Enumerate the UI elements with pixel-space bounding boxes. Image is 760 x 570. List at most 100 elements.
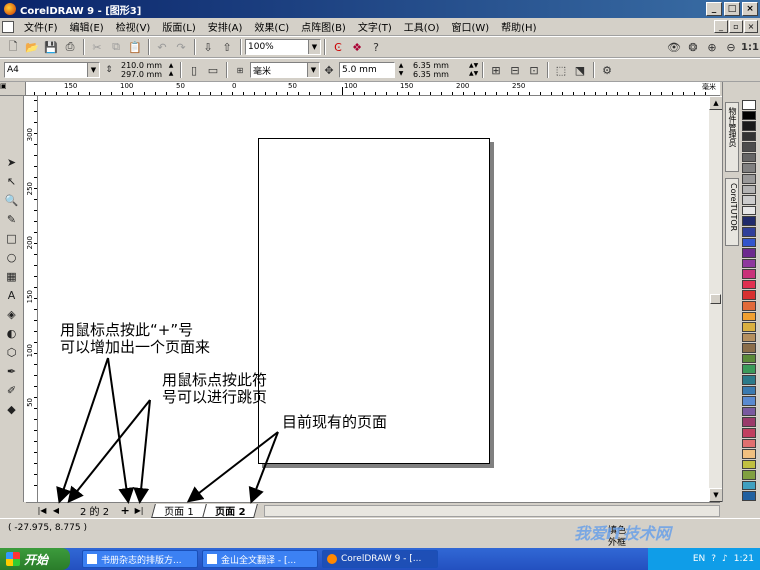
palette-swatch[interactable] <box>742 152 756 163</box>
palette-swatch[interactable] <box>742 406 756 417</box>
palette-swatch[interactable] <box>742 290 756 300</box>
horizontal-ruler[interactable]: 毫米 150 100 50 0 50 100 150 200 250 <box>26 82 720 96</box>
chevron-down-icon[interactable]: ▼ <box>87 63 99 77</box>
palette-swatch[interactable] <box>742 459 756 470</box>
palette-swatch[interactable] <box>742 163 756 174</box>
menu-edit[interactable]: 编辑(E) <box>64 19 110 34</box>
pick-tool-icon[interactable]: ➤ <box>3 154 21 171</box>
treat-as-filled-icon[interactable]: ⬚ <box>552 61 570 79</box>
tutor-icon[interactable]: ❂ <box>684 38 702 56</box>
freehand-tool-icon[interactable]: ✎ <box>3 211 21 228</box>
menu-text[interactable]: 文字(T) <box>352 19 398 34</box>
next-page-icon[interactable]: ▶| <box>133 505 145 517</box>
zoom-in-icon[interactable]: ⊕ <box>703 38 721 56</box>
first-page-icon[interactable]: |◀ <box>36 505 48 517</box>
new-file-icon[interactable]: 🗋 <box>4 38 22 56</box>
paper-height-field[interactable]: 297.0 mm <box>121 70 163 79</box>
palette-swatch[interactable] <box>742 417 756 427</box>
fill-tool-icon[interactable]: ◆ <box>3 401 21 418</box>
coreldraw-app-icon[interactable] <box>4 3 16 15</box>
document-icon[interactable] <box>2 20 14 33</box>
drawing-canvas[interactable] <box>38 96 708 502</box>
start-button[interactable]: 开始 <box>0 548 70 570</box>
corel-application-launcher-icon[interactable]: Ͼ <box>329 38 347 56</box>
chevron-down-icon[interactable]: ▼ <box>308 40 320 54</box>
palette-swatch[interactable] <box>742 353 756 364</box>
menu-layout[interactable]: 版面(L) <box>156 19 201 34</box>
palette-swatch[interactable] <box>742 258 756 269</box>
help-icon[interactable]: ? <box>711 554 716 564</box>
palette-swatch[interactable] <box>742 248 756 258</box>
snap-to-objects-icon[interactable]: ⊡ <box>525 61 543 79</box>
palette-swatch[interactable] <box>742 438 756 449</box>
shape-tool-icon[interactable]: ↖ <box>3 173 21 190</box>
chevron-down-icon[interactable]: ▼ <box>307 63 319 77</box>
page-tab-2[interactable]: 页面 2 <box>201 503 258 518</box>
text-tool-icon[interactable]: A <box>3 287 21 304</box>
scroll-up-icon[interactable]: ▲ <box>709 96 723 110</box>
palette-swatch[interactable] <box>742 269 756 279</box>
ellipse-tool-icon[interactable]: ○ <box>3 249 21 266</box>
palette-swatch[interactable] <box>742 184 756 195</box>
undo-icon[interactable]: ↶ <box>153 38 171 56</box>
transparency-tool-icon[interactable]: ◐ <box>3 325 21 342</box>
palette-swatch[interactable] <box>742 237 756 248</box>
minimize-button[interactable]: _ <box>706 2 722 16</box>
paste-icon[interactable]: 📋 <box>126 38 144 56</box>
page-tab-1[interactable]: 页面 1 <box>151 503 207 518</box>
palette-swatch[interactable] <box>742 100 756 110</box>
options-icon[interactable]: ⚙ <box>598 61 616 79</box>
menu-help[interactable]: 帮助(H) <box>495 19 542 34</box>
palette-swatch[interactable] <box>742 396 756 406</box>
palette-swatch[interactable] <box>742 322 756 332</box>
extrude-tool-icon[interactable]: ⬡ <box>3 344 21 361</box>
zoom-one-to-one-icon[interactable]: 1:1 <box>741 38 759 56</box>
vertical-scrollbar[interactable]: ▲ ▼ <box>708 96 723 502</box>
palette-swatch[interactable] <box>742 343 756 353</box>
rectangle-tool-icon[interactable]: □ <box>3 230 21 247</box>
palette-swatch[interactable] <box>742 491 756 501</box>
save-icon[interactable]: 💾 <box>42 38 60 56</box>
palette-swatch[interactable] <box>742 110 756 121</box>
doc-close-button[interactable]: × <box>744 20 758 33</box>
palette-swatch[interactable] <box>742 121 756 131</box>
zoom-tool-icon[interactable]: 🔍 <box>3 192 21 209</box>
snap-to-guidelines-icon[interactable]: ⊟ <box>506 61 524 79</box>
snap-to-grid-icon[interactable]: ⊞ <box>487 61 505 79</box>
paper-width-field[interactable]: 210.0 mm <box>121 61 163 70</box>
palette-swatch[interactable] <box>742 205 756 216</box>
menu-arrange[interactable]: 安排(A) <box>202 19 249 34</box>
doc-restore-button[interactable]: ▫ <box>729 20 743 33</box>
scroll-down-icon[interactable]: ▼ <box>709 488 723 502</box>
palette-swatch[interactable] <box>742 311 756 322</box>
outline-tool-icon[interactable]: ✐ <box>3 382 21 399</box>
taskbar-item-word[interactable]: 书册杂志的排版方... <box>82 550 198 568</box>
volume-icon[interactable]: ♪ <box>722 554 728 564</box>
corel-online-icon[interactable]: ❖ <box>348 38 366 56</box>
menu-bitmaps[interactable]: 点阵图(B) <box>295 19 352 34</box>
palette-swatch[interactable] <box>742 375 756 385</box>
menu-file[interactable]: 文件(F) <box>18 19 64 34</box>
eyedropper-tool-icon[interactable]: ✒ <box>3 363 21 380</box>
cut-icon[interactable]: ✂ <box>88 38 106 56</box>
palette-swatch[interactable] <box>742 216 756 226</box>
input-language[interactable]: EN <box>693 554 705 564</box>
units-select[interactable]: 毫米 ▼ <box>250 62 320 78</box>
menu-effects[interactable]: 效果(C) <box>248 19 295 34</box>
add-page-icon[interactable]: + <box>119 504 131 517</box>
draw-objects-icon[interactable]: ⬔ <box>571 61 589 79</box>
palette-swatch[interactable] <box>742 226 756 237</box>
palette-swatch[interactable] <box>742 174 756 184</box>
palette-swatch[interactable] <box>742 470 756 480</box>
export-icon[interactable]: ⇧ <box>218 38 236 56</box>
taskbar-item-translator[interactable]: 金山全文翻译 - [... <box>202 550 318 568</box>
menu-view[interactable]: 检视(V) <box>110 19 157 34</box>
duplicate-x-field[interactable]: 6.35 mm <box>413 61 465 70</box>
palette-swatch[interactable] <box>742 385 756 396</box>
view-manager-icon[interactable]: 👁 <box>665 38 683 56</box>
width-spin-up-icon[interactable]: ▲ <box>167 62 175 70</box>
maximize-button[interactable]: □ <box>724 2 740 16</box>
close-button[interactable]: × <box>742 2 758 16</box>
graph-paper-tool-icon[interactable]: ▦ <box>3 268 21 285</box>
palette-swatch[interactable] <box>742 480 756 491</box>
